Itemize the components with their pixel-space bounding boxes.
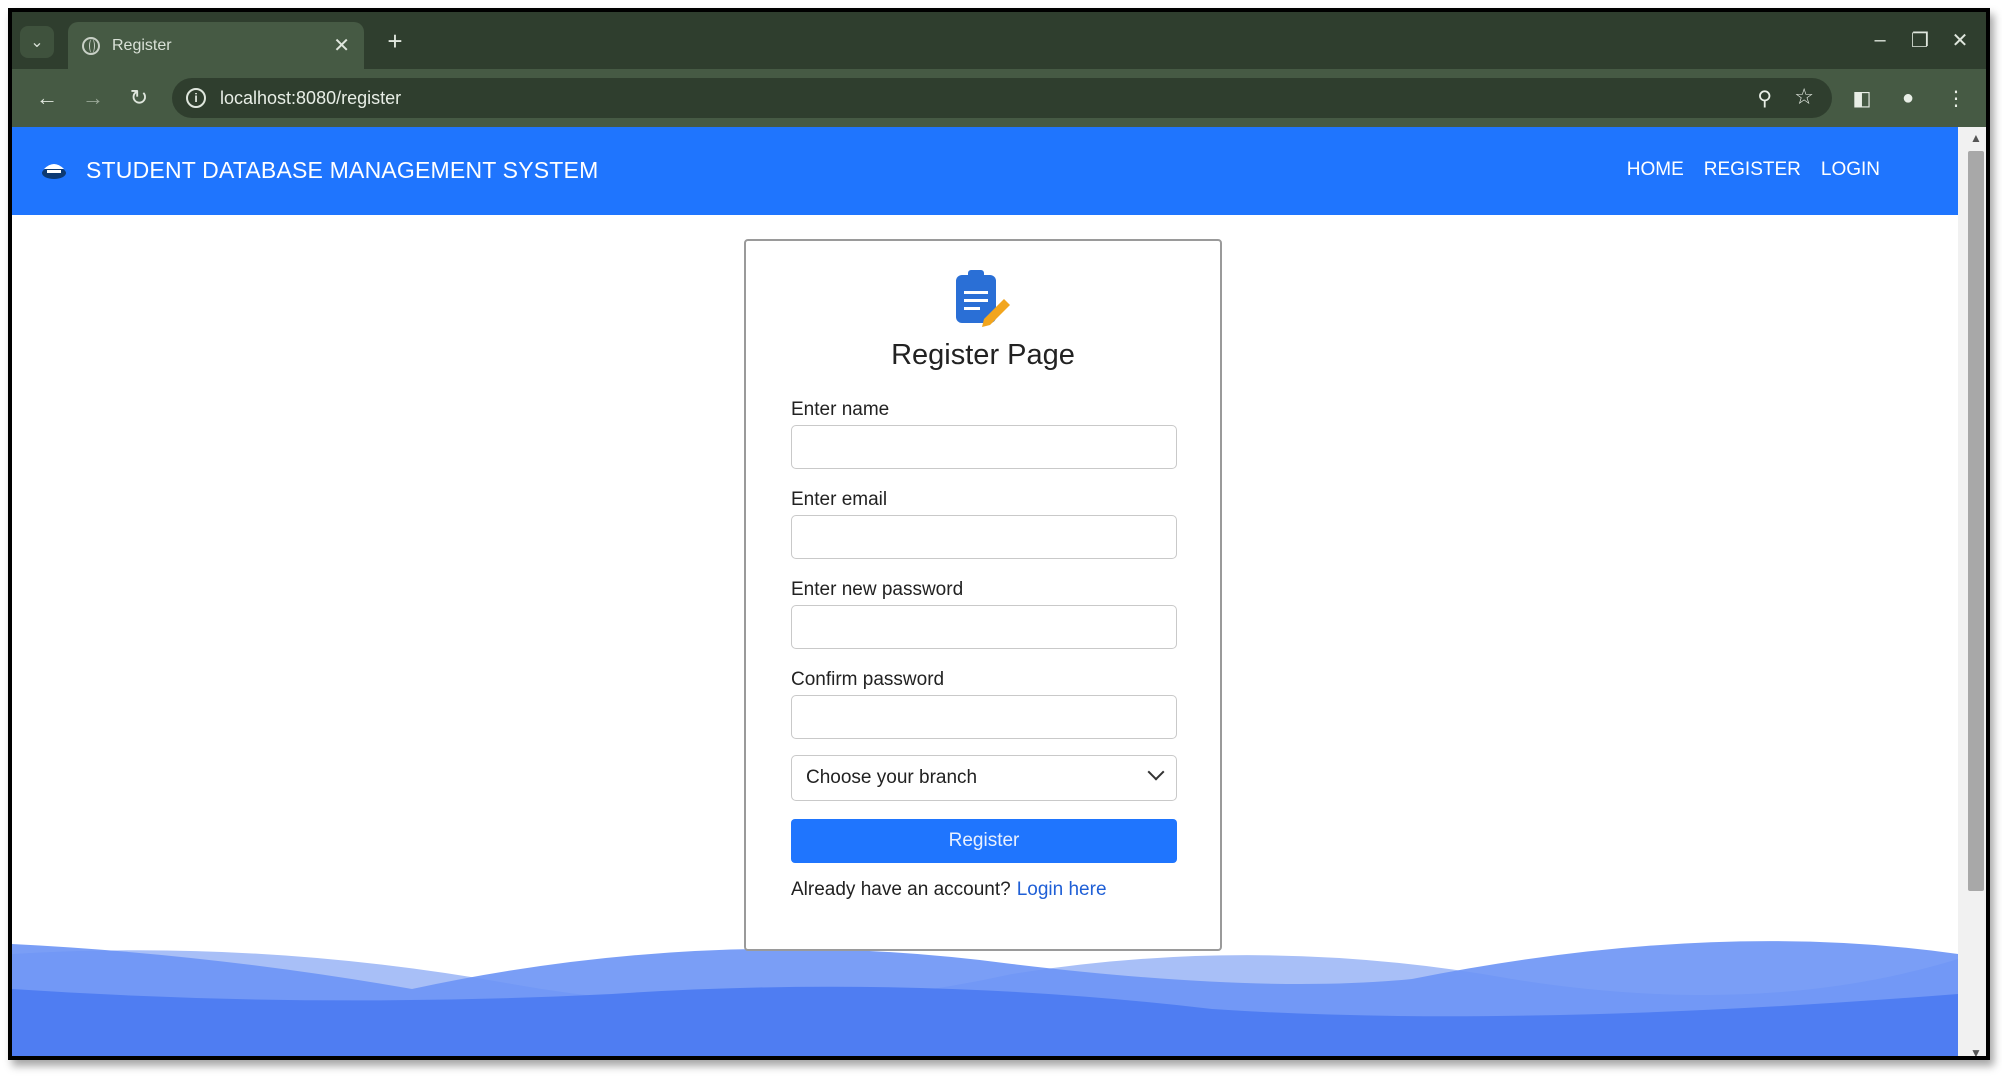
graduation-cap-icon (42, 164, 66, 179)
page-title: Register Page (891, 339, 1075, 371)
site-brand[interactable]: STUDENT DATABASE MANAGEMENT SYSTEM (86, 157, 598, 184)
globe-icon (82, 36, 100, 55)
branch-select-value: Choose your branch (806, 767, 978, 788)
page-viewport: STUDENT DATABASE MANAGEMENT SYSTEM HOME … (12, 127, 1958, 1056)
confirm-password-input[interactable] (791, 695, 1177, 739)
window-close-icon[interactable]: ✕ (1942, 24, 1978, 56)
register-card: Register Page Enter name Enter email Ent… (744, 239, 1222, 951)
nav-links: HOME REGISTER LOGIN (1627, 159, 1880, 181)
tab-bar: ⌄ Register ✕ + – ❐ ✕ (12, 12, 1986, 69)
bookmark-star-icon[interactable]: ☆ (1794, 84, 1814, 110)
nav-home-link[interactable]: HOME (1627, 159, 1684, 181)
name-input[interactable] (791, 425, 1177, 469)
page-scrollbar[interactable]: ▲ ▼ (1958, 127, 1986, 1056)
restore-icon[interactable]: ❐ (1902, 24, 1938, 56)
confirm-password-label: Confirm password (791, 669, 945, 690)
side-panel-icon[interactable]: ◧ (1846, 83, 1878, 113)
password-label: Enter new password (791, 579, 964, 600)
register-button[interactable]: Register (791, 819, 1177, 863)
nav-register-link[interactable]: REGISTER (1704, 159, 1801, 181)
address-bar[interactable]: i localhost:8080/register ⚲ ☆ (172, 78, 1832, 118)
password-input[interactable] (791, 605, 1177, 649)
email-input[interactable] (791, 515, 1177, 559)
browser-window: ⌄ Register ✕ + – ❐ ✕ ← → ↻ i localhost:8… (8, 8, 1990, 1060)
scroll-down-icon[interactable]: ▼ (1970, 1046, 1982, 1056)
scrollbar-thumb[interactable] (1968, 151, 1984, 891)
browser-tab[interactable]: Register ✕ (68, 22, 364, 69)
already-account-text: Already have an account? Login here (791, 879, 1107, 901)
new-tab-icon[interactable]: + (380, 26, 410, 56)
email-label: Enter email (791, 489, 888, 510)
already-account-label: Already have an account? (791, 879, 1011, 900)
minimize-icon[interactable]: – (1862, 24, 1898, 56)
clipboard-pencil-icon (956, 270, 1010, 327)
tab-title: Register (112, 36, 172, 54)
branch-select[interactable]: Choose your branch (791, 755, 1177, 801)
site-navbar: STUDENT DATABASE MANAGEMENT SYSTEM HOME … (12, 127, 1958, 215)
back-icon[interactable]: ← (30, 82, 64, 114)
wave-decoration (12, 941, 1958, 1056)
url-text: localhost:8080/register (220, 87, 402, 108)
tab-search-chevron-icon[interactable]: ⌄ (20, 26, 54, 58)
zoom-icon[interactable]: ⚲ (1757, 86, 1772, 111)
nav-login-link[interactable]: LOGIN (1821, 159, 1880, 181)
scroll-up-icon[interactable]: ▲ (1970, 131, 1982, 145)
name-label: Enter name (791, 399, 890, 420)
close-tab-icon[interactable]: ✕ (333, 33, 350, 58)
menu-dots-icon[interactable]: ⋮ (1940, 83, 1972, 113)
login-here-link[interactable]: Login here (1017, 879, 1107, 900)
profile-icon[interactable]: ● (1892, 83, 1924, 113)
chevron-down-icon (1147, 763, 1165, 781)
browser-toolbar: ← → ↻ i localhost:8080/register ⚲ ☆ ◧ ● … (12, 69, 1986, 127)
reload-icon[interactable]: ↻ (122, 82, 156, 114)
site-info-icon[interactable]: i (186, 88, 206, 108)
forward-icon[interactable]: → (76, 82, 110, 114)
